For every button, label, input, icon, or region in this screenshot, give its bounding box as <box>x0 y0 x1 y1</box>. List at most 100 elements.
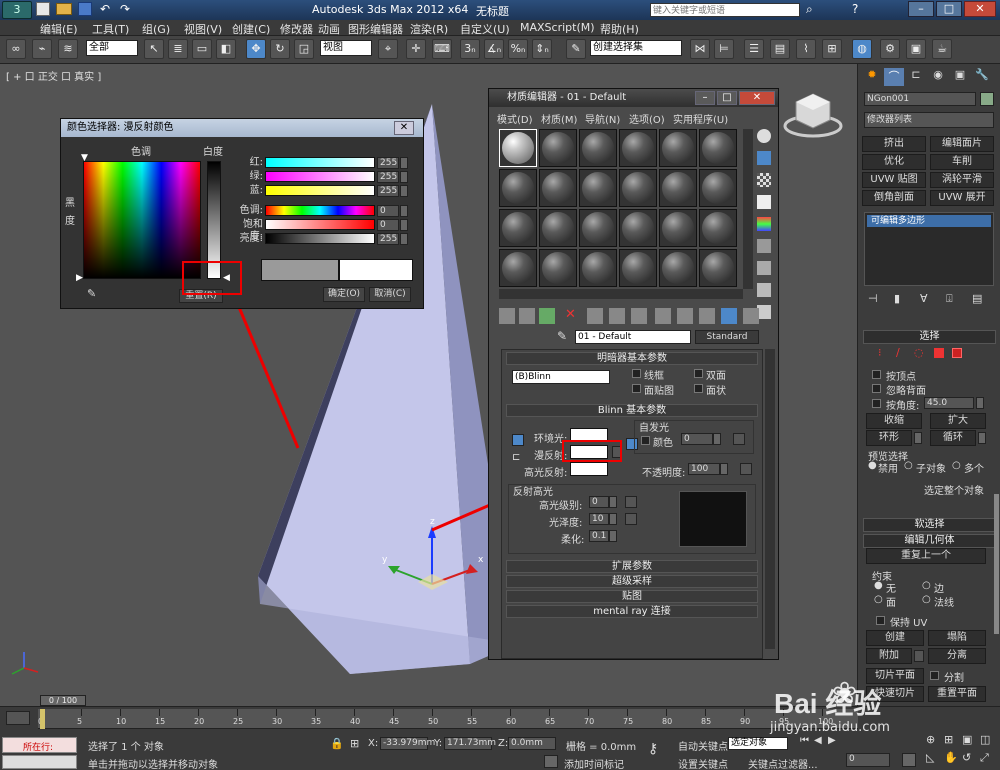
select-by-name-icon[interactable]: ≣ <box>168 39 188 59</box>
minimize-icon[interactable]: – <box>908 1 934 17</box>
object-name-field[interactable]: NGon001 <box>864 92 976 106</box>
move-icon[interactable]: ✥ <box>246 39 266 59</box>
display-tab-icon[interactable]: ▣ <box>950 68 970 86</box>
close-icon[interactable]: ✕ <box>394 121 414 135</box>
save-file-icon[interactable] <box>78 2 92 16</box>
lock-diffuse-specular-icon[interactable]: ⊏ <box>512 452 520 463</box>
preview-subobj-radio[interactable]: ○ <box>904 460 913 471</box>
sample-slot[interactable] <box>579 209 617 247</box>
sample-slot[interactable] <box>699 209 737 247</box>
red-spinner[interactable] <box>400 157 408 169</box>
sample-slot[interactable] <box>699 169 737 207</box>
opacity-value-field[interactable]: 100 <box>688 463 720 475</box>
menu-item[interactable]: 视图(V) <box>184 21 222 37</box>
collapse-button[interactable]: 塌陷 <box>928 630 986 646</box>
sample-slot[interactable] <box>579 169 617 207</box>
ref-coord-select[interactable]: 视图 <box>320 40 372 56</box>
supersampling-header[interactable]: 超级采样 <box>506 575 758 588</box>
absolute-mode-icon[interactable]: ⊞ <box>350 737 359 750</box>
link-icon[interactable]: ∞ <box>6 39 26 59</box>
menu-item[interactable]: 导航(N) <box>585 111 620 126</box>
element-icon[interactable] <box>952 348 962 358</box>
configure-sets-icon[interactable]: ▤ <box>972 292 982 305</box>
object-color-swatch[interactable] <box>980 92 994 106</box>
selection-filter-select[interactable]: 全部 <box>86 40 138 56</box>
shader-basic-params-header[interactable]: 明暗器基本参数 <box>506 352 758 365</box>
sample-slot[interactable] <box>619 209 657 247</box>
params-scrollbar[interactable] <box>765 349 775 649</box>
key-icon[interactable]: ⚷ <box>648 741 658 757</box>
menu-item[interactable]: 创建(C) <box>232 21 270 37</box>
glossiness-spinner[interactable] <box>609 513 617 525</box>
menu-item[interactable]: 实用程序(U) <box>673 111 728 126</box>
select-manipulate-icon[interactable]: ✛ <box>406 39 426 59</box>
value-spinner[interactable] <box>400 233 408 245</box>
z-coordinate-field[interactable]: 0.0mm <box>508 737 556 750</box>
orbit-icon[interactable]: ↺ <box>962 751 971 764</box>
selection-rollout-header[interactable]: 选择 <box>863 330 996 344</box>
constraint-face-radio[interactable]: ○ <box>874 594 883 605</box>
menu-item[interactable]: 动画 <box>318 21 340 37</box>
sample-slot[interactable] <box>619 169 657 207</box>
blue-spinner[interactable] <box>400 185 408 197</box>
preview-off-radio[interactable]: ● <box>868 460 877 471</box>
menu-item[interactable]: 组(G) <box>142 21 170 37</box>
set-key-button[interactable]: 设置关键点 <box>678 756 728 770</box>
sample-slot[interactable] <box>539 249 577 287</box>
track-bar[interactable]: 0510152025303540455055606570758085909510… <box>38 709 858 729</box>
fov-icon[interactable]: ◺ <box>926 751 934 764</box>
sample-slot[interactable] <box>539 169 577 207</box>
green-slider[interactable] <box>265 171 375 182</box>
close-icon[interactable]: ✕ <box>964 1 996 17</box>
rendered-frame-icon[interactable]: ▣ <box>906 39 926 59</box>
preserve-uv-checkbox[interactable] <box>876 616 885 625</box>
repeat-last-button[interactable]: 重复上一个 <box>866 548 986 564</box>
modifier-button[interactable]: 车削 <box>930 154 994 170</box>
sample-slot[interactable] <box>499 169 537 207</box>
sample-slot[interactable] <box>579 129 617 167</box>
sample-slot[interactable] <box>579 249 617 287</box>
saturation-value-field[interactable]: 0 <box>377 219 399 231</box>
snap-toggle-icon[interactable]: 3ₙ <box>460 39 480 59</box>
sample-slot[interactable] <box>659 129 697 167</box>
align-icon[interactable]: ⊨ <box>714 39 734 59</box>
sample-type-icon[interactable] <box>757 129 771 143</box>
remove-modifier-icon[interactable]: ⍗ <box>946 292 953 306</box>
lock-ambient-diffuse-icon[interactable] <box>512 434 524 446</box>
extended-params-header[interactable]: 扩展参数 <box>506 560 758 573</box>
menu-item[interactable]: 模式(D) <box>497 111 533 126</box>
modifier-button[interactable]: 挤出 <box>862 136 926 152</box>
opacity-map-button[interactable] <box>740 463 752 475</box>
maximize-icon[interactable]: □ <box>717 91 737 105</box>
self-illum-value-field[interactable]: 0 <box>681 433 713 445</box>
search-icon[interactable]: ⌕ <box>806 2 813 17</box>
rotate-icon[interactable]: ↻ <box>270 39 290 59</box>
menu-item[interactable]: 选项(O) <box>629 111 665 126</box>
by-vertex-checkbox[interactable] <box>872 370 881 379</box>
maximize-viewport-icon[interactable]: ⤢ <box>980 751 989 765</box>
keyboard-shortcut-icon[interactable]: ⌨ <box>432 39 452 59</box>
menu-item[interactable]: MAXScript(M) <box>520 21 595 34</box>
time-tag-icon[interactable] <box>544 755 558 768</box>
named-selection-select[interactable]: 创建选择集 <box>590 40 682 56</box>
mental-ray-header[interactable]: mental ray 连接 <box>506 605 758 618</box>
glossiness-field[interactable]: 10 <box>589 513 609 525</box>
sample-slot[interactable] <box>659 169 697 207</box>
spec-level-map-button[interactable] <box>625 496 637 508</box>
bind-space-warp-icon[interactable]: ≋ <box>58 39 78 59</box>
assign-to-selection-icon[interactable] <box>539 308 555 324</box>
loop-spinner[interactable] <box>978 432 986 444</box>
self-illum-spinner[interactable] <box>713 433 721 445</box>
put-to-scene-icon[interactable] <box>519 308 535 324</box>
attach-button[interactable]: 附加 <box>866 648 912 664</box>
rect-selection-icon[interactable]: ▭ <box>192 39 212 59</box>
sample-scrollbar[interactable] <box>743 129 753 289</box>
sample-slot[interactable] <box>499 249 537 287</box>
constraint-none-radio[interactable]: ● <box>874 580 883 591</box>
modifier-list-select[interactable]: 修改器列表 <box>864 112 994 128</box>
modify-tab-icon[interactable]: ⌒ <box>884 68 904 86</box>
material-editor-icon[interactable]: ◍ <box>852 39 872 59</box>
glossiness-map-button[interactable] <box>625 513 637 525</box>
angle-spinner[interactable] <box>976 397 984 409</box>
window-crossing-icon[interactable]: ◧ <box>216 39 236 59</box>
